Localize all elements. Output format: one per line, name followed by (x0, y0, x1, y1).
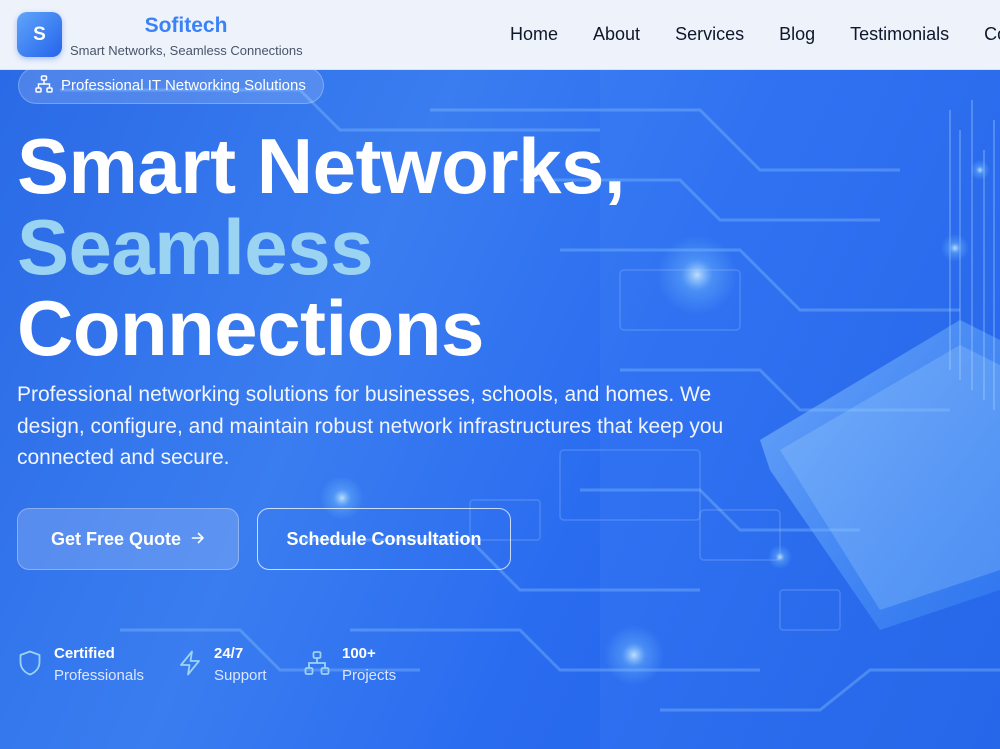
stat-subtitle: Projects (342, 667, 397, 684)
get-free-quote-label: Get Free Quote (50, 528, 182, 549)
stat-projects: 100+ Projects (304, 644, 396, 688)
network-icon (35, 74, 53, 97)
hero-title-line-2: Seamless (17, 203, 373, 291)
schedule-consultation-label: Schedule Consultation (286, 528, 482, 549)
stat-certified: Certified Professionals (18, 644, 144, 688)
brand-name[interactable]: Sofitech (70, 14, 302, 38)
logo-icon[interactable]: S (17, 12, 62, 57)
hero-title: Smart Networks, Seamless Connections (17, 122, 626, 372)
brand-tagline: Smart Networks, Seamless Connections (70, 43, 303, 58)
stat-title: 100+ (342, 645, 376, 662)
nav-link-home[interactable]: Home (510, 24, 558, 45)
stat-subtitle: Professionals (54, 667, 145, 684)
nav-link-testimonials[interactable]: Testimonials (850, 24, 949, 45)
arrow-right-icon (191, 529, 205, 550)
lightning-icon (178, 650, 202, 681)
network-icon (304, 650, 330, 681)
stat-subtitle: Support (214, 667, 267, 684)
schedule-consultation-button[interactable]: Schedule Consultation (257, 508, 511, 570)
main-nav: Home About Services Blog Testimonials Co (510, 24, 1000, 45)
stat-title: 24/7 (214, 645, 244, 662)
site-header: S Sofitech Smart Networks, Seamless Conn… (0, 0, 1000, 70)
hero-section: Professional IT Networking Solutions Sma… (0, 70, 1000, 749)
nav-link-blog[interactable]: Blog (779, 24, 815, 45)
nav-link-contact[interactable]: Co (984, 24, 1000, 45)
get-free-quote-button[interactable]: Get Free Quote (17, 508, 239, 570)
hero-description: Professional networking solutions for bu… (17, 383, 724, 469)
hero-title-line-3: Connections (17, 284, 484, 372)
stat-title: Certified (54, 645, 115, 662)
nav-link-about[interactable]: About (593, 24, 640, 45)
stat-support: 24/7 Support (178, 644, 267, 688)
hero-title-line-1: Smart Networks, (17, 122, 626, 210)
shield-icon (18, 650, 42, 681)
hero-badge: Professional IT Networking Solutions (18, 70, 324, 104)
nav-link-services[interactable]: Services (675, 24, 744, 45)
hero-badge-text: Professional IT Networking Solutions (61, 77, 306, 94)
